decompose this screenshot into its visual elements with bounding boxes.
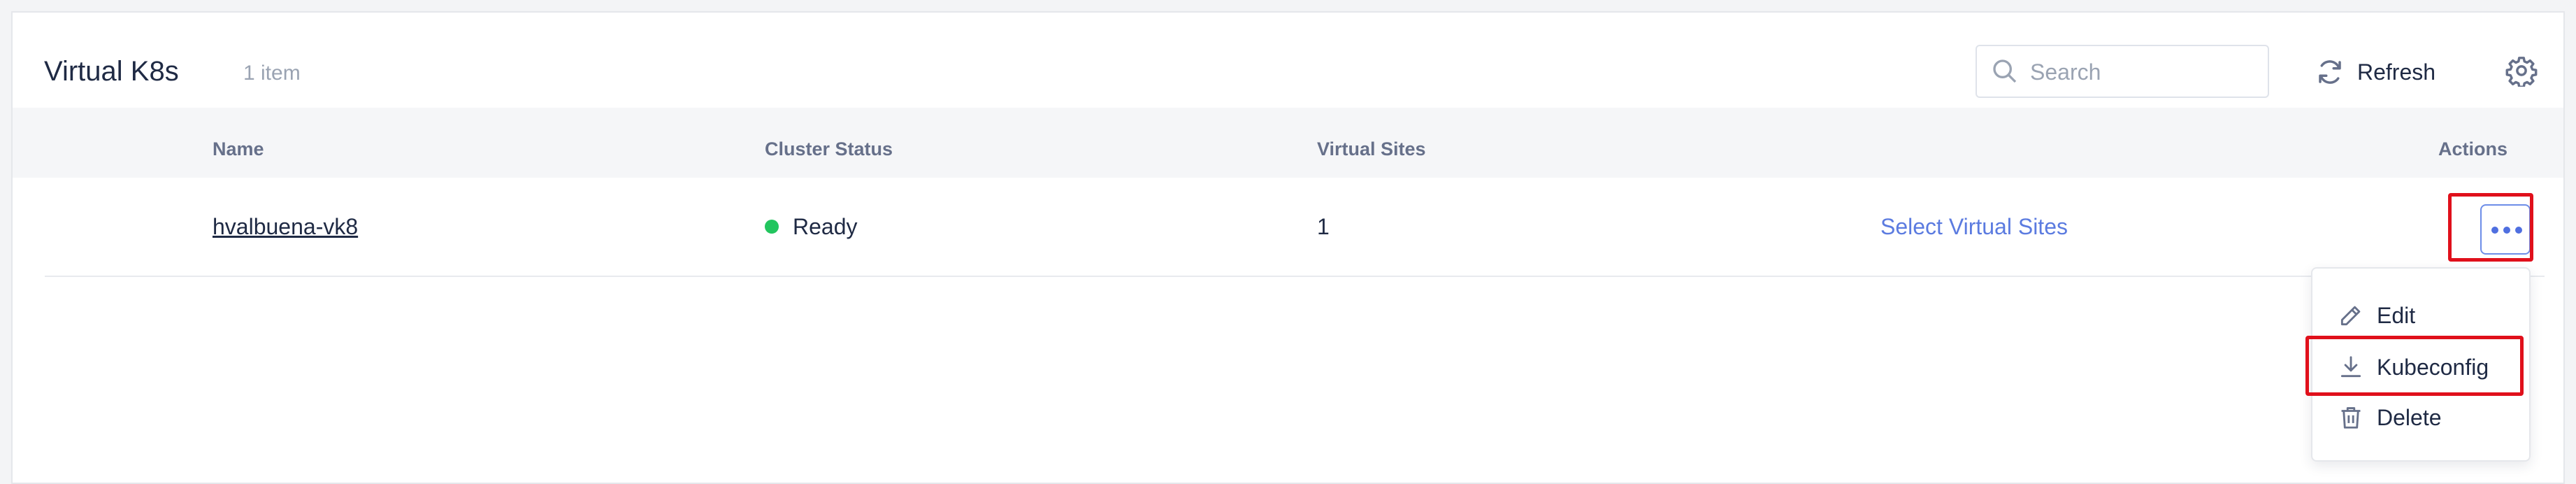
menu-item-edit[interactable]: Edit — [2312, 294, 2529, 337]
download-icon — [2340, 356, 2361, 378]
refresh-button[interactable]: Refresh — [2315, 48, 2435, 97]
column-header-virtual-sites: Virtual Sites — [1317, 138, 1426, 159]
table-header: Name Cluster Status Virtual Sites Action… — [13, 108, 2563, 178]
menu-item-kubeconfig-label: Kubeconfig — [2377, 354, 2489, 380]
virtual-k8s-panel: Virtual K8s 1 item Refresh Name Cluster … — [11, 11, 2565, 484]
item-count: 1 item — [243, 62, 301, 85]
column-header-actions: Actions — [2438, 138, 2508, 159]
status-label: Ready — [793, 214, 858, 239]
cluster-status: Ready — [765, 214, 858, 240]
search-input[interactable] — [2029, 56, 2255, 88]
search-box[interactable] — [1976, 45, 2269, 98]
status-ready-dot — [765, 219, 779, 234]
search-icon — [1993, 59, 2017, 83]
column-header-cluster-status: Cluster Status — [765, 138, 893, 159]
refresh-icon — [2319, 60, 2341, 84]
menu-item-delete[interactable]: Delete — [2312, 396, 2529, 439]
menu-item-delete-label: Delete — [2377, 404, 2442, 430]
menu-item-edit-label: Edit — [2377, 302, 2416, 328]
table-row: hvalbuena-vk8 Ready 1 Select Virtual Sit… — [45, 178, 2545, 277]
page-title: Virtual K8s — [44, 56, 179, 87]
pencil-icon — [2340, 306, 2361, 326]
virtual-sites-count: 1 — [1317, 214, 1330, 239]
gear-icon[interactable] — [2505, 55, 2538, 87]
column-header-name: Name — [213, 138, 264, 159]
select-virtual-sites-link[interactable]: Select Virtual Sites — [1880, 214, 2068, 240]
more-actions-button[interactable] — [2480, 204, 2531, 255]
more-icon — [2491, 227, 2522, 234]
menu-item-kubeconfig[interactable]: Kubeconfig — [2312, 346, 2529, 389]
cluster-name-link[interactable]: hvalbuena-vk8 — [213, 214, 358, 240]
trash-icon — [2341, 407, 2361, 429]
actions-menu: Edit Kubeconfig Delete — [2311, 267, 2531, 462]
refresh-label: Refresh — [2357, 59, 2436, 85]
